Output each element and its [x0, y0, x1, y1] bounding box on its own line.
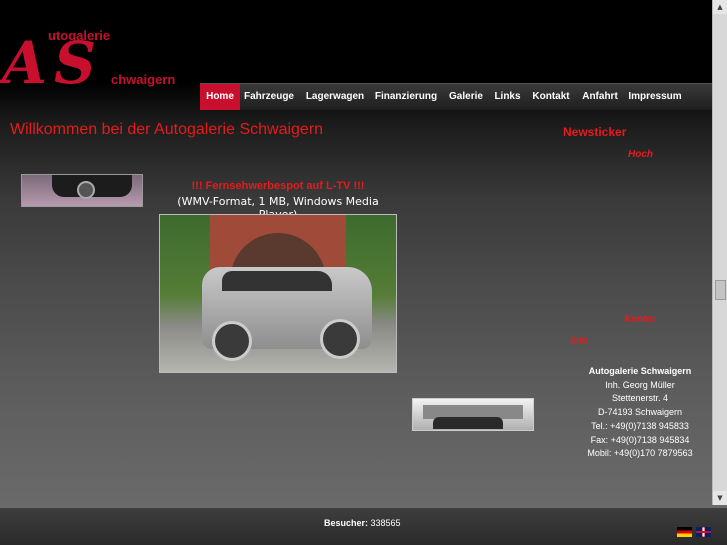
dealership-car [433, 417, 503, 429]
nav-item-kontakt[interactable]: Kontakt [529, 84, 573, 110]
scroll-down-icon[interactable]: ▼ [713, 491, 727, 505]
company-owner: Inh. Georg Müller [605, 379, 675, 390]
scroll-up-icon[interactable]: ▲ [713, 0, 727, 14]
company-fax: Fax: +49(0)7138 945834 [590, 434, 690, 445]
page-title: Willkommen bei der Autogalerie Schwaiger… [10, 121, 324, 138]
site-logo[interactable]: A S utogalerie chwaigern [0, 28, 185, 97]
main-nav: Home Fahrzeuge Lagerwagen Finanzierung G… [200, 83, 715, 110]
company-name: Autogalerie Schwaigern [588, 366, 692, 376]
car-wheel [77, 181, 95, 199]
nav-item-links[interactable]: Links [491, 84, 524, 110]
company-city: D-74193 Schwaigern [597, 407, 683, 418]
tv-spot-link[interactable]: !!! Fernsehwerbespot auf L-TV !!! [160, 180, 396, 192]
photo-front-wheel [212, 321, 252, 361]
logo-letter-a: A [2, 29, 47, 97]
nav-item-anfahrt[interactable]: Anfahrt [578, 84, 622, 110]
visitor-counter-label: Besucher: [324, 518, 369, 528]
nav-item-fahrzeuge[interactable]: Fahrzeuge [242, 84, 296, 110]
scrollbar-thumb[interactable] [715, 280, 726, 300]
visitor-counter: Besucher: 338565 [324, 518, 401, 528]
newsticker-heading: Newsticker [563, 125, 627, 139]
logo-text-line1: utogalerie [48, 28, 111, 43]
nav-item-galerie[interactable]: Galerie [446, 84, 486, 110]
featured-car-photo[interactable] [159, 214, 397, 373]
german-flag-icon[interactable] [677, 527, 692, 537]
nav-item-impressum[interactable]: Impressum [627, 84, 683, 110]
newsticker-item-hoch[interactable]: Hoch [628, 149, 653, 160]
logo-text-line2: chwaigern [111, 72, 176, 87]
dealership-thumbnail[interactable] [412, 398, 534, 431]
company-tel: Tel.: +49(0)7138 945833 [591, 420, 689, 431]
nav-item-finanzierung[interactable]: Finanzierung [372, 84, 440, 110]
newsticker-item-info[interactable]: Info [570, 336, 588, 347]
nav-item-home[interactable]: Home [200, 84, 240, 110]
company-mobil: Mobil: +49(0)170 7879563 [587, 448, 693, 459]
photo-rear-wheel [320, 319, 360, 359]
nav-item-lagerwagen[interactable]: Lagerwagen [302, 84, 368, 110]
visitor-counter-value: 338565 [370, 518, 401, 528]
company-street: Stettenerstr. 4 [611, 393, 669, 404]
contact-address: Autogalerie Schwaigern Inh. Georg Müller… [560, 365, 720, 461]
photo-suv-windows [222, 271, 332, 291]
car-thumbnail[interactable] [21, 174, 143, 207]
newsticker-item-kenter[interactable]: Kenter [624, 314, 656, 325]
uk-flag-icon[interactable] [696, 527, 711, 537]
